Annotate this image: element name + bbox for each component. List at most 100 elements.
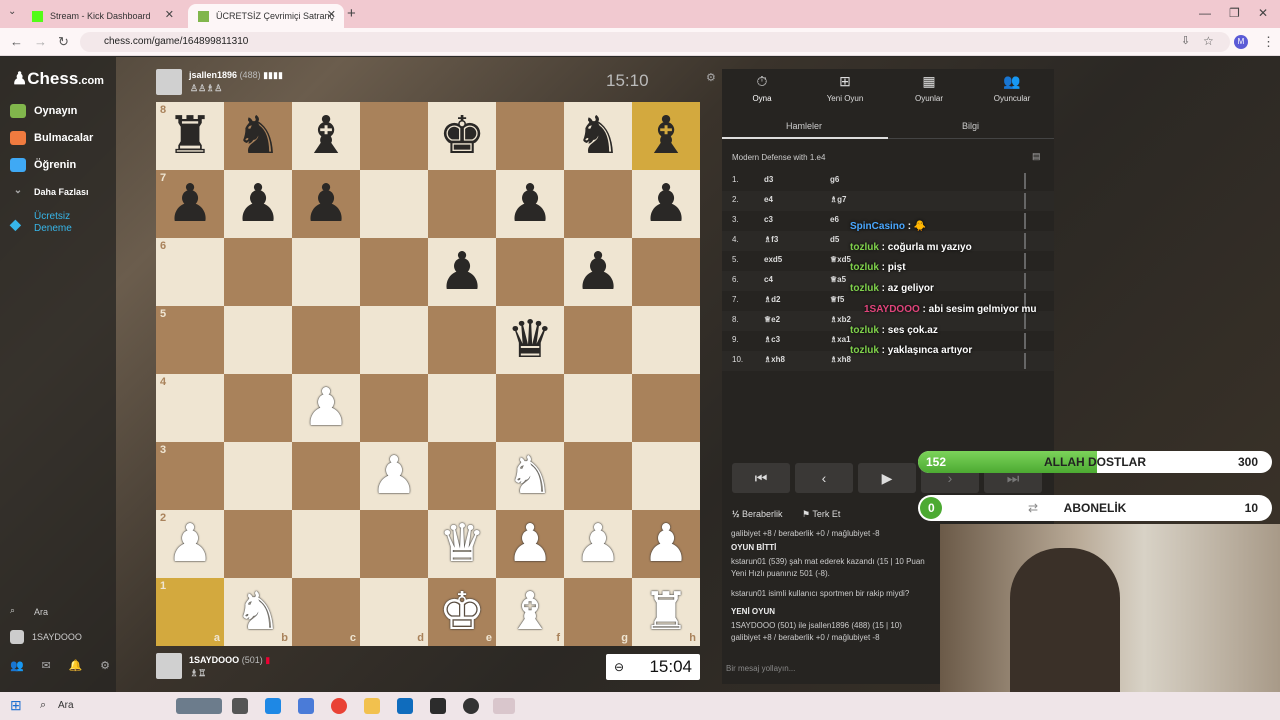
black-move[interactable]: ♕a5 (830, 275, 846, 284)
square-g1[interactable]: g (564, 578, 632, 646)
white-move[interactable]: exd5 (764, 255, 782, 264)
square-f1[interactable]: ♝ f (496, 578, 564, 646)
sidebar-item-play[interactable]: Oynayın (10, 104, 77, 118)
messages-icon[interactable]: ✉ (42, 659, 51, 672)
square-e4[interactable] (428, 374, 496, 442)
white-move[interactable]: ♕e2 (764, 315, 780, 324)
square-b8[interactable]: ♞ (224, 102, 292, 170)
square-d4[interactable] (360, 374, 428, 442)
sidebar-item-puzzles[interactable]: Bulmacalar (10, 131, 93, 145)
black-pawn-icon[interactable]: ♟ (235, 178, 282, 230)
square-b2[interactable] (224, 510, 292, 578)
windows-start-icon[interactable]: ⊞ (10, 697, 22, 714)
chat-message-input[interactable]: Bir mesaj yollayın... (726, 664, 795, 673)
square-g2[interactable]: ♟ (564, 510, 632, 578)
black-pawn-icon[interactable]: ♟ (575, 246, 622, 298)
square-h2[interactable]: ♟ (632, 510, 700, 578)
restore-icon[interactable]: ❐ (1229, 6, 1240, 20)
white-pawn-icon[interactable]: ♟ (643, 518, 690, 570)
square-e6[interactable]: ♟ (428, 238, 496, 306)
friends-icon[interactable]: 👥 (10, 659, 24, 672)
square-g7[interactable] (564, 170, 632, 238)
white-knight-icon[interactable]: ♞ (235, 586, 282, 638)
black-bishop-icon[interactable]: ♝ (303, 110, 350, 162)
square-a6[interactable]: 6 (156, 238, 224, 306)
black-move[interactable]: g6 (830, 175, 839, 184)
sidebar-item-more[interactable]: ⌄ Daha Fazlası (10, 185, 89, 199)
black-king-icon[interactable]: ♚ (439, 110, 486, 162)
draw-button[interactable]: ½ Beraberlik (732, 509, 783, 519)
square-g4[interactable] (564, 374, 632, 442)
notifications-icon[interactable]: 🔔 (69, 659, 83, 672)
square-f7[interactable]: ♟ (496, 170, 564, 238)
opponent-avatar[interactable] (156, 69, 182, 95)
player-info[interactable]: 1SAYDOOO (501) ▮ (189, 655, 270, 666)
white-pawn-icon[interactable]: ♟ (371, 450, 418, 502)
black-move[interactable]: e6 (830, 215, 839, 224)
tab-new-game[interactable]: ⊞ Yeni Oyun (805, 73, 885, 103)
square-h4[interactable] (632, 374, 700, 442)
resign-button[interactable]: ⚑ Terk Et (802, 509, 840, 520)
black-move[interactable]: ♗xa1 (830, 335, 851, 344)
black-rook-icon[interactable]: ♜ (167, 110, 214, 162)
square-a5[interactable]: 5 (156, 306, 224, 374)
square-a8[interactable]: ♜ 8 (156, 102, 224, 170)
back-icon[interactable]: ← (10, 34, 23, 49)
install-app-icon[interactable]: ⇩ (1181, 34, 1190, 47)
white-king-icon[interactable]: ♚ (439, 586, 486, 638)
square-a1[interactable]: 1a (156, 578, 224, 646)
square-h8[interactable]: ♝ (632, 102, 700, 170)
square-e1[interactable]: ♚ e (428, 578, 496, 646)
menu-kebab-icon[interactable]: ⋮ (1262, 34, 1275, 50)
tab-play[interactable]: ⏱ Oyna (722, 73, 802, 103)
taskbar-search-label[interactable]: Ara (58, 700, 74, 711)
white-move[interactable]: ♗xh8 (764, 355, 785, 364)
square-e8[interactable]: ♚ (428, 102, 496, 170)
white-move[interactable]: e4 (764, 195, 773, 204)
square-h6[interactable] (632, 238, 700, 306)
search-icon[interactable]: ⌕ (40, 699, 46, 712)
square-c6[interactable] (292, 238, 360, 306)
close-window-icon[interactable]: ✕ (1258, 6, 1268, 20)
minimize-icon[interactable]: — (1199, 6, 1211, 20)
white-move[interactable]: ♗f3 (764, 235, 778, 244)
white-move[interactable]: ♗c3 (764, 335, 780, 344)
black-pawn-icon[interactable]: ♟ (643, 178, 690, 230)
white-pawn-icon[interactable]: ♟ (167, 518, 214, 570)
square-e2[interactable]: ♛ (428, 510, 496, 578)
square-f8[interactable] (496, 102, 564, 170)
sidebar-search[interactable]: ⌕ Ara (10, 605, 48, 619)
square-a7[interactable]: ♟ 7 (156, 170, 224, 238)
white-move[interactable]: ♗d2 (764, 295, 781, 304)
square-f5[interactable]: ♛ (496, 306, 564, 374)
new-tab-icon[interactable]: + (347, 5, 356, 22)
square-a4[interactable]: 4 (156, 374, 224, 442)
chrome-active-icon[interactable] (493, 698, 515, 714)
tab-search-icon[interactable]: ⌄ (8, 6, 16, 17)
prev-move-button[interactable]: ‹ (795, 463, 853, 493)
black-pawn-icon[interactable]: ♟ (303, 178, 350, 230)
tab-chess[interactable]: ÜCRETSİZ Çevrimiçi Satranç Oy... ✕ (188, 4, 344, 28)
file-explorer-icon[interactable] (364, 698, 380, 714)
square-c5[interactable] (292, 306, 360, 374)
square-c3[interactable] (292, 442, 360, 510)
tab-players[interactable]: 👥 Oyuncular (972, 73, 1052, 103)
square-f4[interactable] (496, 374, 564, 442)
tab-kick[interactable]: Stream - Kick Dashboard ✕ (22, 4, 182, 28)
square-h7[interactable]: ♟ (632, 170, 700, 238)
black-move[interactable]: ♕f5 (830, 295, 844, 304)
subtab-moves[interactable]: Hamleler (786, 121, 822, 131)
white-knight-icon[interactable]: ♞ (507, 450, 554, 502)
square-e3[interactable] (428, 442, 496, 510)
black-move[interactable]: ♗xh8 (830, 355, 851, 364)
bookmark-star-icon[interactable]: ☆ (1203, 34, 1214, 48)
square-c4[interactable]: ♟ (292, 374, 360, 442)
board-settings-icon[interactable]: ⚙ (706, 71, 716, 84)
opponent-info[interactable]: jsallen1896 (488) ▮▮▮▮ (189, 70, 283, 81)
opening-book-icon[interactable]: ▤ (1032, 151, 1041, 162)
player-avatar[interactable] (156, 653, 182, 679)
forward-icon[interactable]: → (34, 34, 47, 49)
obs-icon[interactable] (463, 698, 479, 714)
black-move[interactable]: ♕xd5 (830, 255, 851, 264)
tab-games[interactable]: ▦ Oyunlar (889, 73, 969, 103)
